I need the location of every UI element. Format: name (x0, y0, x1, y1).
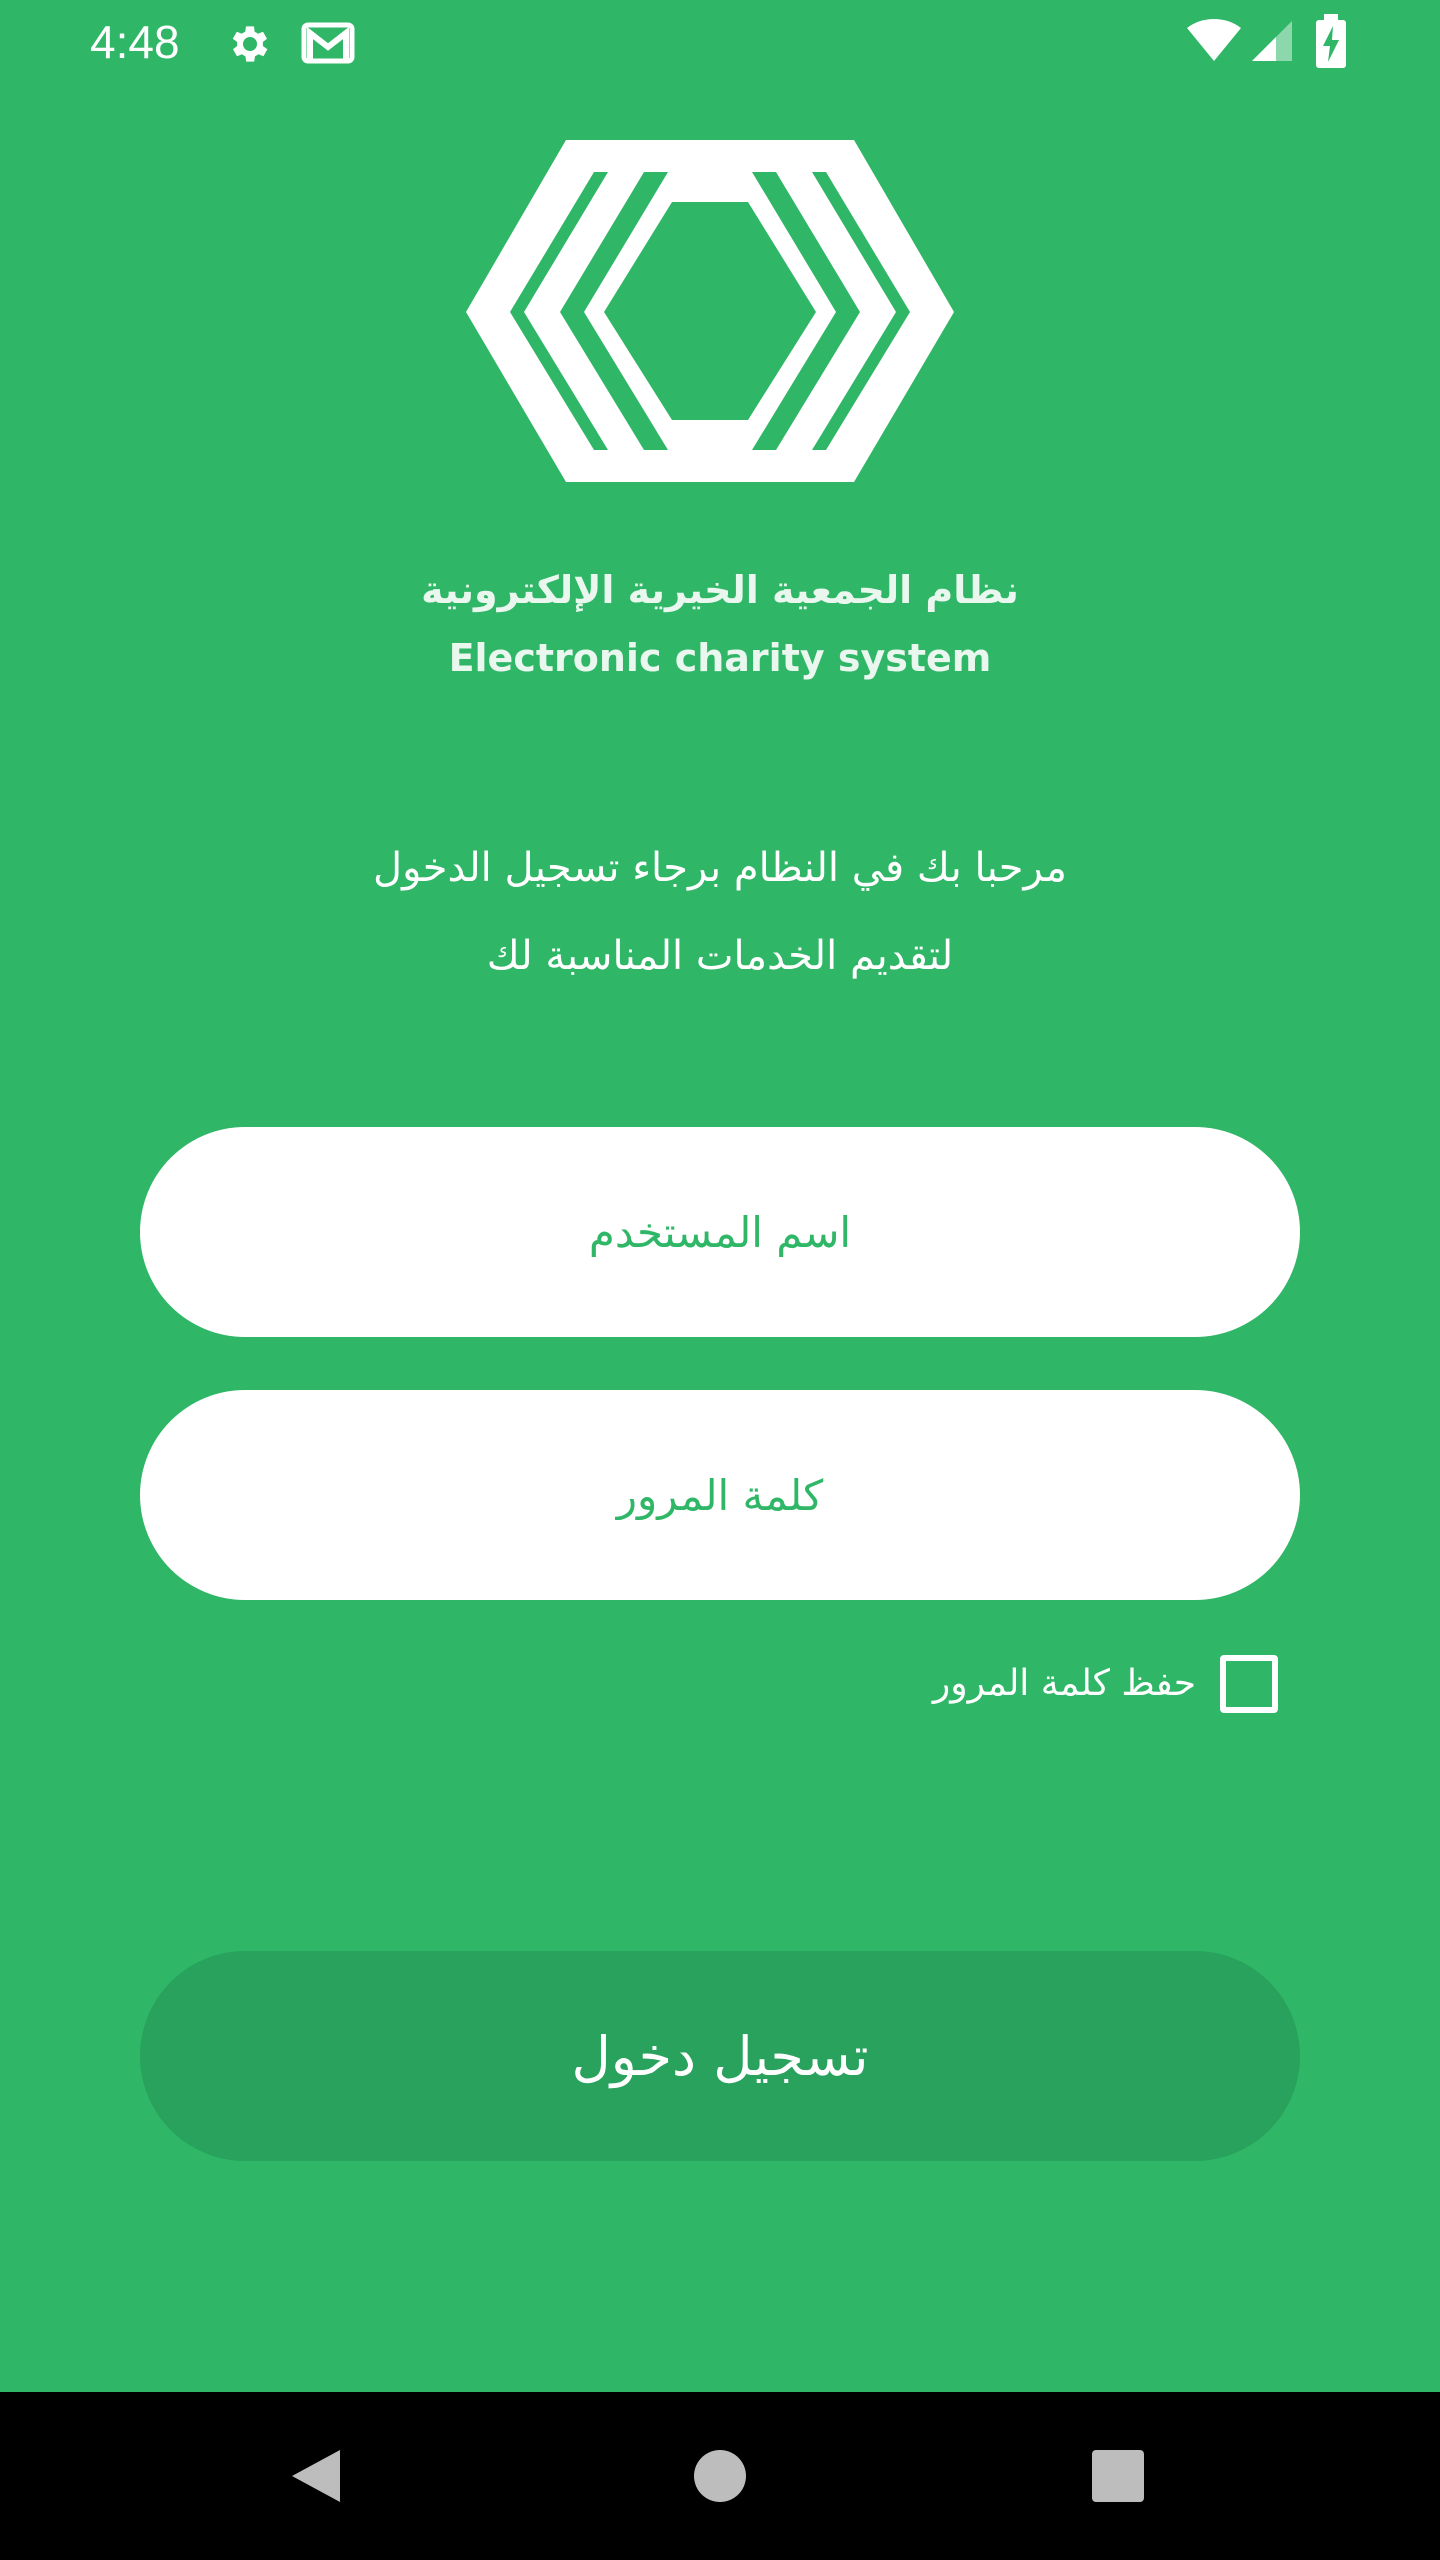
welcome-line-1: مرحبا بك في النظام برجاء تسجيل الدخول (373, 845, 1067, 891)
login-button[interactable]: تسجيل دخول (140, 1951, 1300, 2161)
hexagon-chevrons-logo (466, 140, 954, 482)
login-screen: 4:48 نظام الجمعية الخيرية الإلكترونية El… (0, 0, 1440, 2560)
status-bar: 4:48 (0, 0, 1440, 84)
navigation-bar (0, 2392, 1440, 2560)
wifi-icon (1187, 19, 1241, 61)
username-input[interactable] (140, 1127, 1300, 1337)
settings-icon (232, 26, 268, 62)
signal-icon (1252, 21, 1292, 61)
back-icon[interactable] (288, 2446, 344, 2506)
brand-title-arabic: نظام الجمعية الخيرية الإلكترونية (421, 568, 1019, 612)
status-time: 4:48 (90, 16, 180, 68)
brand-title-english: Electronic charity system (448, 636, 992, 680)
remember-password-row[interactable]: حفظ كلمة المرور (933, 1648, 1278, 1720)
remember-password-label: حفظ كلمة المرور (932, 1663, 1196, 1704)
welcome-line-2: لتقديم الخدمات المناسبة لك (486, 933, 954, 979)
battery-charging-icon (1316, 14, 1346, 68)
password-input[interactable] (140, 1390, 1300, 1600)
home-icon[interactable] (692, 2448, 748, 2504)
remember-password-checkbox[interactable] (1220, 1655, 1278, 1713)
gmail-icon (301, 22, 355, 64)
recents-icon[interactable] (1090, 2448, 1146, 2504)
